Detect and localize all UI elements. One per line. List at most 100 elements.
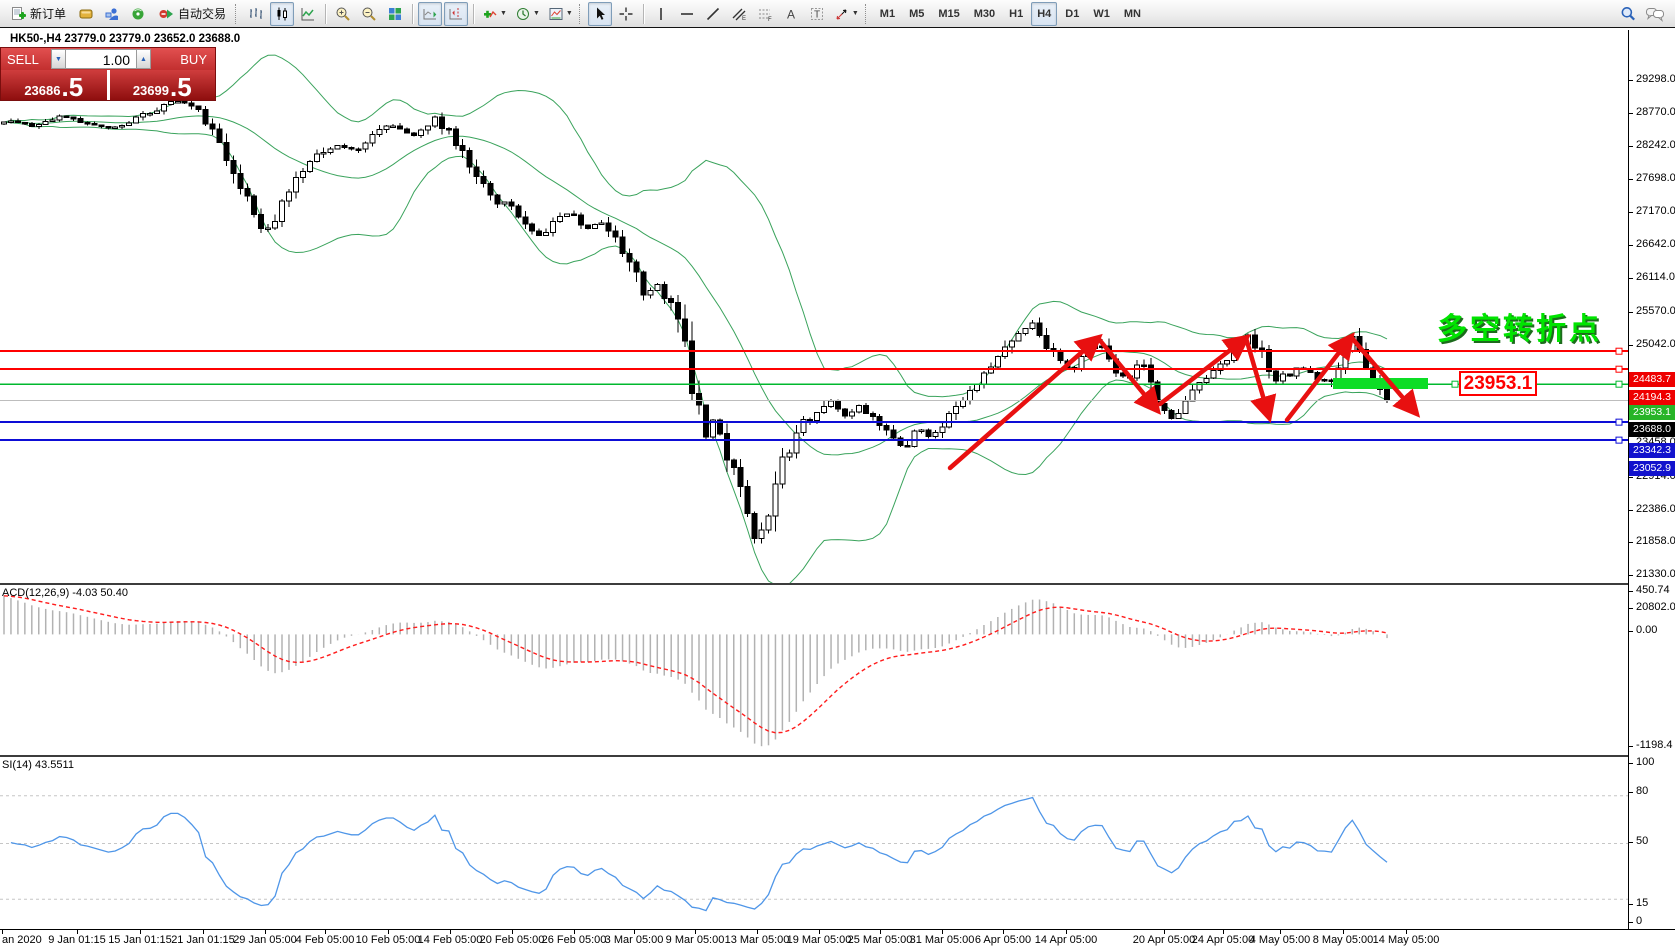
volume-increase-button[interactable]: ▲ [136, 49, 151, 69]
zoom-out-button[interactable] [357, 2, 381, 26]
zoom-in-button[interactable] [331, 2, 355, 26]
toolbar-separator [473, 4, 474, 24]
timeframe-m30[interactable]: M30 [968, 2, 1001, 26]
price-badge: 23688.0 [1629, 422, 1675, 437]
toolbar-right [1615, 2, 1669, 26]
dropdown-caret: ▼ [566, 10, 573, 17]
vertical-line-button[interactable] [649, 2, 673, 26]
axis-tick [1629, 763, 1633, 764]
arrows-button[interactable]: ▼ [831, 2, 862, 26]
cursor-button[interactable] [588, 2, 612, 26]
fibonacci-icon: F [757, 6, 773, 22]
axis-tick-label: 26114.0 [1636, 271, 1675, 283]
timeframe-d1[interactable]: D1 [1059, 2, 1085, 26]
trendline-button[interactable] [701, 2, 725, 26]
time-tick-label: 15 Jan 01:15 [108, 934, 172, 946]
timeframe-h4[interactable]: H4 [1031, 2, 1057, 26]
sell-button[interactable]: SELL [1, 52, 51, 67]
time-tick-label: 8 May 05:00 [1313, 934, 1374, 946]
time-tick-label: 29 Jan 05:00 [233, 934, 297, 946]
axis-tick [1629, 608, 1633, 609]
crosshair-button[interactable] [614, 2, 638, 26]
clock-icon [515, 6, 531, 22]
bar-chart-icon [248, 6, 264, 22]
ask-frac: .5 [170, 76, 192, 98]
periods-button[interactable]: ▼ [512, 2, 543, 26]
axis-tick [1629, 922, 1633, 923]
bar-chart-button[interactable] [244, 2, 268, 26]
macd-canvas[interactable] [0, 585, 1628, 755]
timeframe-w1[interactable]: W1 [1087, 2, 1116, 26]
channel-button[interactable]: E [727, 2, 751, 26]
time-tick-label: 9 Jan 01:15 [48, 934, 106, 946]
fibonacci-button[interactable]: F [753, 2, 777, 26]
buy-price-panel[interactable]: 23699 .5 [110, 70, 216, 100]
axis-tick-label: 22386.0 [1636, 503, 1675, 515]
time-axis[interactable]: an 20209 Jan 01:1515 Jan 01:1521 Jan 01:… [0, 929, 1675, 950]
time-tick-label: 20 Feb 05:00 [480, 934, 545, 946]
text-label-button[interactable]: T [805, 2, 829, 26]
chart-shift-icon [448, 6, 464, 22]
axis-tick-label: 100 [1636, 756, 1654, 768]
rsi-panel[interactable]: SI(14) 43.5511 [0, 757, 1675, 929]
chat-button[interactable] [1642, 2, 1668, 26]
time-tick-label: 10 Feb 05:00 [356, 934, 421, 946]
time-tick-label: 14 May 05:00 [1373, 934, 1440, 946]
indicators-icon [482, 6, 498, 22]
macd-panel[interactable]: ACD(12,26,9) -4.03 50.40 [0, 585, 1675, 755]
axis-tick [1629, 345, 1633, 346]
auto-trading-button[interactable]: 自动交易 [152, 2, 232, 26]
time-tick-label: 21 Jan 01:15 [171, 934, 235, 946]
timeframe-m15[interactable]: M15 [932, 2, 965, 26]
time-tick-label: 25 Mar 05:00 [848, 934, 913, 946]
market-watch-button[interactable] [74, 2, 98, 26]
candlestick-chart-button[interactable] [270, 2, 294, 26]
volume-decrease-button[interactable]: ▼ [51, 49, 66, 69]
trendline-icon [705, 6, 721, 22]
toolbar-separator [325, 4, 326, 24]
buy-button[interactable]: BUY [151, 52, 215, 67]
horizontal-line-icon [679, 6, 695, 22]
price-axis[interactable]: 29298.028770.028242.027698.027170.026642… [1628, 30, 1675, 929]
svg-text:E: E [742, 16, 746, 22]
price-badge: 23953.1 [1629, 405, 1675, 420]
macd-label: ACD(12,26,9) -4.03 50.40 [2, 587, 128, 599]
new-order-label: 新订单 [30, 5, 66, 22]
new-order-button[interactable]: 新订单 [4, 2, 72, 26]
axis-tick [1629, 212, 1633, 213]
price-level-label[interactable]: 23953.1 [1459, 371, 1537, 396]
rsi-canvas[interactable] [0, 757, 1628, 929]
one-click-prices: 23686 .5 23699 .5 [1, 70, 215, 100]
chart-shift-button[interactable] [444, 2, 468, 26]
time-tick-label: 4 Feb 05:00 [296, 934, 355, 946]
vertical-line-icon [653, 6, 669, 22]
templates-button[interactable]: ▼ [545, 2, 576, 26]
signals-button[interactable] [126, 2, 150, 26]
text-button[interactable]: A [779, 2, 803, 26]
axis-tick-label: 25570.0 [1636, 305, 1675, 317]
auto-scroll-button[interactable] [418, 2, 442, 26]
timeframe-h1[interactable]: H1 [1003, 2, 1029, 26]
line-chart-button[interactable] [296, 2, 320, 26]
arrows-icon [834, 6, 850, 22]
tile-windows-icon [387, 6, 403, 22]
timeframe-mn[interactable]: MN [1118, 2, 1147, 26]
price-chart-canvas[interactable] [0, 30, 1628, 583]
search-button[interactable] [1616, 2, 1640, 26]
indicators-button[interactable]: ▼ [479, 2, 510, 26]
timeframe-m1[interactable]: M1 [874, 2, 901, 26]
axis-tick-label: 20802.0 [1636, 601, 1675, 613]
axis-tick-label: 450.74 [1636, 584, 1670, 596]
timeframe-m5[interactable]: M5 [903, 2, 930, 26]
time-tick-label: 13 Mar 05:00 [725, 934, 790, 946]
ask-main: 23699 [133, 83, 169, 98]
main-chart-panel[interactable]: HK50-,H4 23779.0 23779.0 23652.0 23688.0… [0, 30, 1675, 583]
chart-annotation-text[interactable]: 多空转折点 [1437, 304, 1613, 348]
sell-price-panel[interactable]: 23686 .5 [1, 70, 107, 100]
time-tick-label: 24 Apr 05:00 [1192, 934, 1254, 946]
tile-windows-button[interactable] [383, 2, 407, 26]
horizontal-line-button[interactable] [675, 2, 699, 26]
data-window-button[interactable] [100, 2, 124, 26]
auto-scroll-icon [422, 6, 438, 22]
volume-field[interactable]: 1.00 [66, 49, 136, 69]
